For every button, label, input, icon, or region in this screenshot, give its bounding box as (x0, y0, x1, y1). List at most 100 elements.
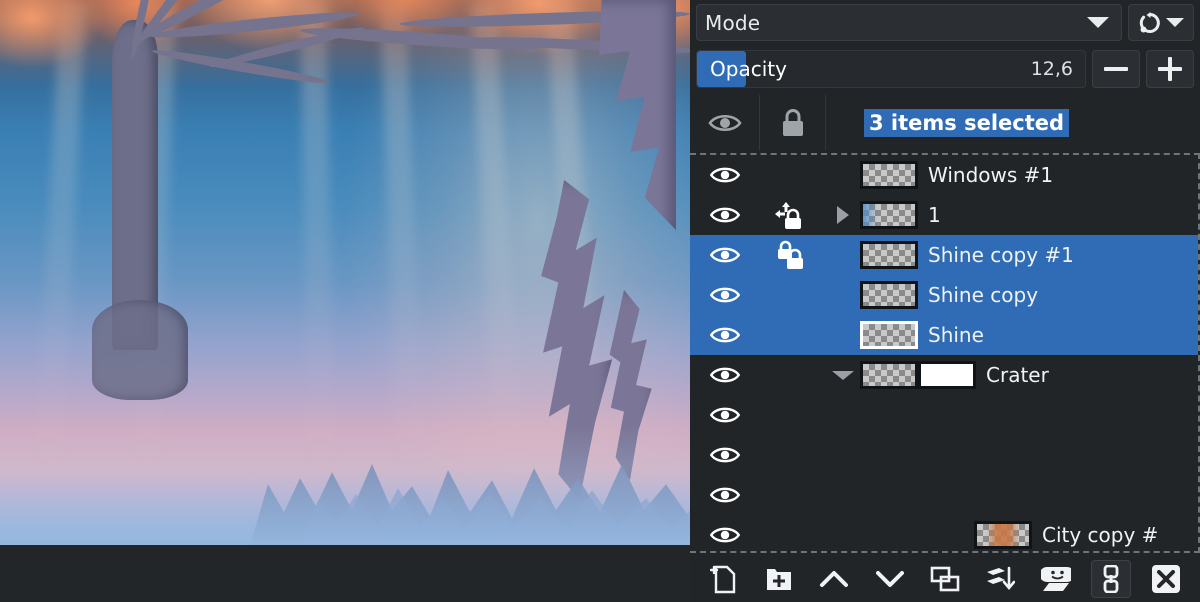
chevron-down-icon (875, 570, 904, 587)
layer-thumbnail[interactable] (860, 161, 918, 189)
eye-icon (709, 367, 741, 383)
opacity-row: Opacity 12,6 (690, 45, 1200, 93)
opacity-decrement-button[interactable] (1092, 50, 1140, 88)
eye-icon (709, 287, 741, 303)
layer-expander[interactable] (826, 206, 860, 224)
layer-row[interactable]: Shine (690, 315, 1198, 355)
reset-blend-mode-button[interactable] (1128, 4, 1194, 41)
eye-icon (709, 447, 741, 463)
add-group-button[interactable] (759, 560, 799, 598)
layer-name: Windows #1 (928, 163, 1054, 187)
layer-visibility-toggle[interactable] (690, 484, 760, 506)
double-lock-icon (778, 240, 803, 269)
atmospheric-mist (0, 425, 690, 545)
delete-x-icon (1152, 564, 1181, 593)
move-lock-icon (775, 202, 801, 229)
layer-name: Shine copy (928, 283, 1039, 307)
header-lock-toggle[interactable] (760, 95, 826, 150)
layer-visibility-toggle[interactable] (690, 244, 760, 266)
layer-properties-button[interactable] (980, 560, 1020, 598)
chevron-down-icon (832, 370, 854, 380)
chain-link-icon (1103, 564, 1119, 593)
layer-visibility-toggle[interactable] (690, 404, 760, 426)
eye-icon (709, 207, 741, 223)
layer-visibility-toggle[interactable] (690, 284, 760, 306)
eye-icon (709, 167, 741, 183)
layer-name: Shine (928, 323, 984, 347)
opacity-label: Opacity (710, 57, 787, 81)
layer-row[interactable]: Crater (690, 355, 1198, 395)
layer-thumbnail[interactable] (860, 201, 918, 229)
chevron-right-icon (837, 206, 849, 224)
layer-move-lock-toggle[interactable] (760, 199, 826, 231)
layer-row[interactable] (690, 475, 1198, 515)
mask-icon (1040, 566, 1071, 591)
opacity-increment-button[interactable] (1146, 50, 1194, 88)
blend-mode-label: Mode (705, 10, 761, 35)
layers-toolbar (690, 555, 1200, 602)
duplicate-layer-icon (930, 566, 960, 591)
new-group-icon (766, 568, 791, 590)
selection-status-badge: 3 items selected (864, 108, 1070, 137)
layer-lock-toggle[interactable] (760, 239, 826, 271)
lock-icon (782, 108, 803, 136)
layer-visibility-toggle[interactable] (690, 444, 760, 466)
opacity-slider[interactable]: Opacity 12,6 (696, 50, 1086, 88)
layer-thumbnail[interactable] (860, 241, 918, 269)
layers-docker: Mode Opacity 12,6 3 items selected Windo… (690, 0, 1200, 602)
header-visibility-toggle[interactable] (690, 95, 760, 150)
layer-name: 1 (928, 203, 941, 227)
layer-thumbnail[interactable] (860, 321, 918, 349)
add-layer-button[interactable] (704, 560, 744, 598)
layer-visibility-toggle[interactable] (690, 324, 760, 346)
layer-visibility-toggle[interactable] (690, 204, 760, 226)
eye-icon (709, 407, 741, 423)
duplicate-layer-button[interactable] (925, 560, 965, 598)
opacity-value: 12,6 (1030, 58, 1073, 80)
layer-row[interactable]: Shine copy #1 (690, 235, 1198, 275)
pin-to-timeline-button[interactable] (1090, 559, 1131, 598)
krita-layers-docker-screen: Mode Opacity 12,6 3 items selected Windo… (0, 0, 1200, 602)
layer-thumbnail[interactable] (974, 521, 1032, 549)
eye-icon (709, 247, 741, 263)
layer-expander[interactable] (826, 370, 860, 380)
layer-row[interactable]: 1 (690, 195, 1198, 235)
blend-mode-dropdown[interactable]: Mode (696, 4, 1122, 41)
layer-list[interactable]: Windows #1 1 Shine copy #1 Shine copy Sh… (690, 153, 1200, 553)
layer-name: Crater (986, 363, 1049, 387)
move-layer-down-button[interactable] (870, 560, 910, 598)
layer-row[interactable]: Shine copy (690, 275, 1198, 315)
chevron-down-icon (1087, 17, 1109, 28)
minus-icon (1104, 67, 1128, 71)
add-mask-button[interactable] (1036, 560, 1076, 598)
layer-properties-icon (987, 566, 1016, 590)
eye-icon (709, 327, 741, 343)
delete-layer-button[interactable] (1146, 560, 1186, 598)
layer-thumbnail[interactable] (860, 361, 918, 389)
canvas-area[interactable] (0, 0, 690, 602)
new-layer-icon (709, 565, 735, 593)
canvas-bottom-bar (0, 545, 690, 602)
layer-mask-thumbnail[interactable] (918, 361, 976, 389)
layer-thumbnail[interactable] (860, 281, 918, 309)
layer-row[interactable]: City copy # (690, 515, 1198, 551)
layer-row[interactable] (690, 395, 1198, 435)
artwork-image (0, 0, 690, 545)
chevron-up-icon (820, 570, 849, 587)
blend-mode-row: Mode (690, 0, 1200, 45)
plus-icon (1158, 57, 1182, 81)
reset-rotate-icon (1139, 11, 1160, 33)
chevron-down-icon (1166, 18, 1184, 27)
layer-name: City copy # (1042, 523, 1159, 547)
layer-row[interactable]: Windows #1 (690, 155, 1198, 195)
layer-row[interactable] (690, 435, 1198, 475)
eye-icon (709, 487, 741, 503)
layer-visibility-toggle[interactable] (690, 164, 760, 186)
layer-list-header: 3 items selected (690, 95, 1200, 150)
layer-visibility-toggle[interactable] (690, 524, 760, 546)
eye-icon (709, 527, 741, 543)
move-layer-up-button[interactable] (814, 560, 854, 598)
layer-name: Shine copy #1 (928, 243, 1074, 267)
layer-visibility-toggle[interactable] (690, 364, 760, 386)
selection-status-wrap: 3 items selected (826, 95, 1200, 150)
